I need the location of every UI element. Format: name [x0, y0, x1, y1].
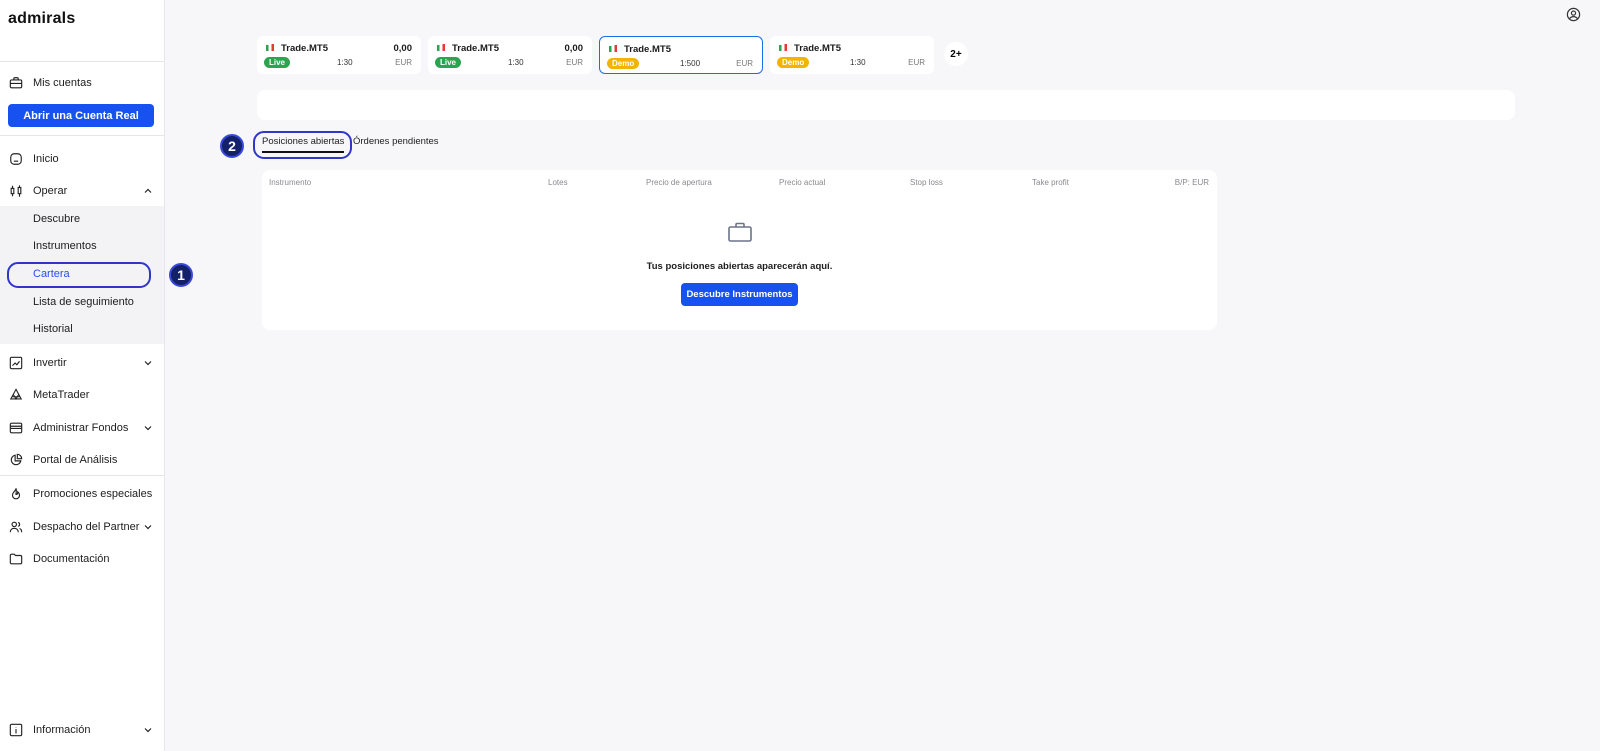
- sidebar-item-metatrader[interactable]: MetaTrader: [0, 379, 164, 411]
- empty-state-message: Tus posiciones abiertas aparecerán aquí.: [646, 261, 833, 272]
- account-name: Trade.MT5: [452, 43, 499, 54]
- sidebar-item-documentacion[interactable]: Documentación: [0, 543, 164, 575]
- chevron-down-icon: [144, 525, 152, 530]
- sidebar-item-label: Despacho del Partner: [33, 521, 140, 533]
- sidebar-item-my-accounts[interactable]: Mis cuentas: [0, 67, 164, 99]
- candlestick-icon: [266, 44, 274, 51]
- pie-chart-icon: [10, 453, 23, 466]
- column-header-stop-loss[interactable]: Stop loss: [910, 178, 943, 187]
- metatrader-icon: [9, 388, 23, 400]
- sidebar-divider: [0, 135, 164, 136]
- account-leverage: 1:500: [680, 59, 701, 68]
- account-currency: EUR: [736, 59, 753, 68]
- account-card-selected[interactable]: Trade.MT5 Demo 1:500 EUR: [599, 36, 763, 74]
- briefcase-icon: [9, 77, 23, 89]
- chevron-down-icon: [144, 728, 152, 733]
- candlestick-icon: [609, 45, 617, 52]
- briefcase-icon: [728, 222, 752, 242]
- account-name: Trade.MT5: [281, 43, 328, 54]
- column-header-lots[interactable]: Lotes: [548, 178, 568, 187]
- candlestick-icon: [10, 185, 22, 197]
- tab-open-positions[interactable]: Posiciones abiertas: [262, 136, 345, 153]
- column-header-pl[interactable]: B/P: EUR: [1175, 178, 1209, 187]
- account-leverage: 1:30: [337, 58, 353, 67]
- sidebar-item-label: Inicio: [33, 153, 59, 165]
- wallet-icon: [9, 422, 23, 434]
- account-type-badge: Demo: [777, 57, 810, 68]
- positions-table: Instrumento Lotes Precio de apertura Pre…: [262, 170, 1217, 330]
- sidebar-item-label: Portal de Análisis: [33, 454, 118, 466]
- sidebar-item-invertir[interactable]: Invertir: [0, 347, 164, 379]
- admirals-logo[interactable]: admirals: [8, 10, 75, 28]
- sidebar-item-informacion[interactable]: Información: [0, 714, 164, 746]
- account-card[interactable]: Trade.MT5 0,00 Live 1:30 EUR: [428, 36, 592, 74]
- account-card[interactable]: Trade.MT5 0,00 Live 1:30 EUR: [257, 36, 421, 74]
- account-balance: 0,00: [393, 43, 413, 54]
- submenu-item-historial[interactable]: Historial: [0, 316, 164, 343]
- sidebar-item-promociones-especiales[interactable]: Promociones especiales: [0, 478, 164, 510]
- sidebar-item-label: MetaTrader: [33, 389, 90, 401]
- chevron-up-icon: [144, 188, 152, 193]
- sidebar-item-administrar-fondos[interactable]: Administrar Fondos: [0, 412, 164, 444]
- sidebar-item-label: Promociones especiales: [33, 488, 153, 500]
- open-real-account-button[interactable]: Abrir una Cuenta Real: [8, 104, 154, 127]
- account-type-badge: Demo: [607, 58, 640, 69]
- sidebar-item-portal-de-analisis[interactable]: Portal de Análisis: [0, 444, 164, 476]
- chevron-down-icon: [144, 361, 152, 366]
- flame-icon: [11, 488, 21, 500]
- column-header-take-profit[interactable]: Take profit: [1032, 178, 1069, 187]
- discover-instruments-button[interactable]: Descubre Instrumentos: [681, 283, 798, 306]
- submenu-item-label: Lista de seguimiento: [33, 296, 134, 308]
- sidebar-item-label: Operar: [33, 185, 68, 197]
- chevron-down-icon: [144, 426, 152, 431]
- more-accounts-button[interactable]: 2+: [944, 42, 968, 66]
- account-leverage: 1:30: [850, 58, 866, 67]
- folder-icon: [9, 553, 23, 565]
- sidebar-item-label: Mis cuentas: [33, 77, 92, 89]
- submenu-item-label: Instrumentos: [33, 240, 97, 252]
- info-icon: [9, 723, 23, 737]
- account-name: Trade.MT5: [624, 44, 671, 55]
- account-name: Trade.MT5: [794, 43, 841, 54]
- account-currency: EUR: [566, 58, 583, 67]
- submenu-item-descubre[interactable]: Descubre: [0, 206, 164, 233]
- column-header-current-price[interactable]: Precio actual: [779, 178, 825, 187]
- sidebar-divider: [0, 61, 164, 62]
- account-currency: EUR: [395, 58, 412, 67]
- account-type-badge: Live: [435, 57, 462, 68]
- account-currency: EUR: [908, 58, 925, 67]
- user-profile-icon[interactable]: [1566, 7, 1581, 22]
- column-header-open-price[interactable]: Precio de apertura: [646, 178, 712, 187]
- tab-pending-orders[interactable]: Órdenes pendientes: [353, 136, 439, 147]
- submenu-item-instrumentos[interactable]: Instrumentos: [0, 233, 164, 260]
- submenu-item-lista-de-seguimiento[interactable]: Lista de seguimiento: [0, 289, 164, 316]
- sidebar-item-inicio[interactable]: Inicio: [0, 143, 164, 175]
- step-marker-2: 2: [220, 134, 244, 158]
- sidebar-item-label: Documentación: [33, 553, 110, 565]
- home-icon: [10, 153, 22, 165]
- account-leverage: 1:30: [508, 58, 524, 67]
- sidebar-item-label: Invertir: [33, 357, 67, 369]
- account-balance: 0,00: [564, 43, 584, 54]
- account-type-badge: Live: [264, 57, 291, 68]
- submenu-item-label: Descubre: [33, 213, 81, 225]
- submenu-item-label: Historial: [33, 323, 73, 335]
- step-marker-1: 1: [169, 263, 193, 287]
- sidebar-divider: [0, 475, 164, 476]
- sidebar-item-despacho-del-partner[interactable]: Despacho del Partner: [0, 511, 164, 543]
- info-bar: [257, 90, 1515, 120]
- candlestick-icon: [437, 44, 445, 51]
- candlestick-icon: [779, 44, 787, 51]
- sidebar-item-operar[interactable]: Operar: [0, 175, 164, 207]
- sidebar-item-label: Administrar Fondos: [33, 422, 129, 434]
- sidebar-item-label: Información: [33, 724, 91, 736]
- users-icon: [9, 521, 23, 533]
- sidebar: admirals Mis cuentas Abrir una Cuenta Re…: [0, 0, 165, 751]
- account-card[interactable]: Trade.MT5 Demo 1:30 EUR: [770, 36, 934, 74]
- chart-line-icon: [9, 356, 23, 370]
- cartera-highlight: [7, 262, 151, 288]
- column-header-instrument[interactable]: Instrumento: [269, 178, 311, 187]
